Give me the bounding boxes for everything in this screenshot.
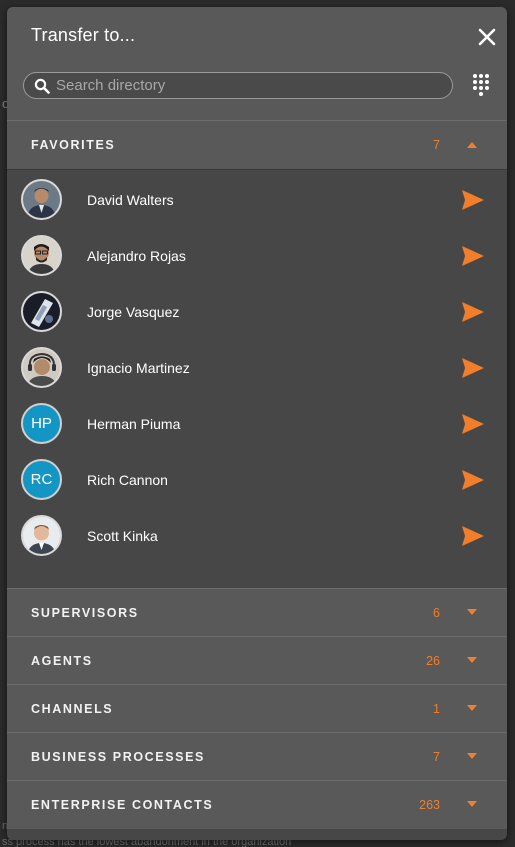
search-input[interactable] [56, 73, 436, 98]
chevron-down-icon [467, 705, 477, 711]
search-box [23, 72, 453, 99]
section-label: ENTERPRISE CONTACTS [31, 798, 214, 812]
section-header-channels[interactable]: CHANNELS 1 [7, 684, 507, 732]
contact-row[interactable]: Jorge Vasquez [7, 284, 507, 340]
avatar [21, 179, 62, 220]
section-label: BUSINESS PROCESSES [31, 750, 205, 764]
contact-name: Ignacio Martinez [87, 360, 190, 376]
contact-row[interactable]: Ignacio Martinez [7, 340, 507, 396]
section-header-supervisors[interactable]: SUPERVISORS 6 [7, 588, 507, 636]
contact-name: Rich Cannon [87, 472, 168, 488]
avatar [21, 291, 62, 332]
close-icon[interactable] [475, 25, 499, 49]
avatar [21, 515, 62, 556]
send-transfer-icon[interactable] [462, 190, 484, 210]
avatar-initials: RC [21, 459, 62, 500]
section-count: 7 [433, 750, 440, 764]
section-label: CHANNELS [31, 702, 114, 716]
section-count: 7 [433, 138, 440, 152]
contact-row[interactable]: HP Herman Piuma [7, 396, 507, 452]
send-transfer-icon[interactable] [462, 246, 484, 266]
favorites-list: David Walters Alejandro Rojas Jorge Vasq… [7, 169, 507, 588]
dialpad-icon[interactable] [472, 73, 490, 97]
modal-header: Transfer to... [7, 7, 507, 120]
contact-name: Jorge Vasquez [87, 304, 180, 320]
section-header-business-processes[interactable]: BUSINESS PROCESSES 7 [7, 732, 507, 780]
chevron-down-icon [467, 801, 477, 807]
contact-row[interactable]: RC Rich Cannon [7, 452, 507, 508]
contact-name: Herman Piuma [87, 416, 181, 432]
avatar-initials: HP [21, 403, 62, 444]
chevron-up-icon [467, 142, 477, 148]
search-icon [34, 78, 50, 94]
section-count: 6 [433, 606, 440, 620]
section-header-enterprise-contacts[interactable]: ENTERPRISE CONTACTS 263 [7, 780, 507, 829]
chevron-down-icon [467, 609, 477, 615]
chevron-down-icon [467, 753, 477, 759]
section-header-favorites[interactable]: FAVORITES 7 [7, 120, 507, 169]
section-count: 1 [433, 702, 440, 716]
section-label: SUPERVISORS [31, 606, 139, 620]
section-label: FAVORITES [31, 138, 116, 152]
collapsed-sections: SUPERVISORS 6 AGENTS 26 CHANNELS 1 BUSIN… [7, 588, 507, 829]
contact-name: Scott Kinka [87, 528, 158, 544]
contact-name: David Walters [87, 192, 174, 208]
avatar [21, 235, 62, 276]
send-transfer-icon[interactable] [462, 302, 484, 322]
send-transfer-icon[interactable] [462, 358, 484, 378]
send-transfer-icon[interactable] [462, 526, 484, 546]
contact-name: Alejandro Rojas [87, 248, 186, 264]
send-transfer-icon[interactable] [462, 470, 484, 490]
contact-row[interactable]: David Walters [7, 172, 507, 228]
send-transfer-icon[interactable] [462, 414, 484, 434]
section-count: 26 [426, 654, 440, 668]
chevron-down-icon [467, 657, 477, 663]
contact-row[interactable]: Scott Kinka [7, 508, 507, 564]
modal-title: Transfer to... [31, 25, 136, 45]
section-header-agents[interactable]: AGENTS 26 [7, 636, 507, 684]
avatar [21, 347, 62, 388]
contact-row[interactable]: Alejandro Rojas [7, 228, 507, 284]
section-label: AGENTS [31, 654, 93, 668]
section-count: 263 [419, 798, 440, 812]
transfer-modal: Transfer to... FAVORITES 7 [7, 7, 507, 840]
